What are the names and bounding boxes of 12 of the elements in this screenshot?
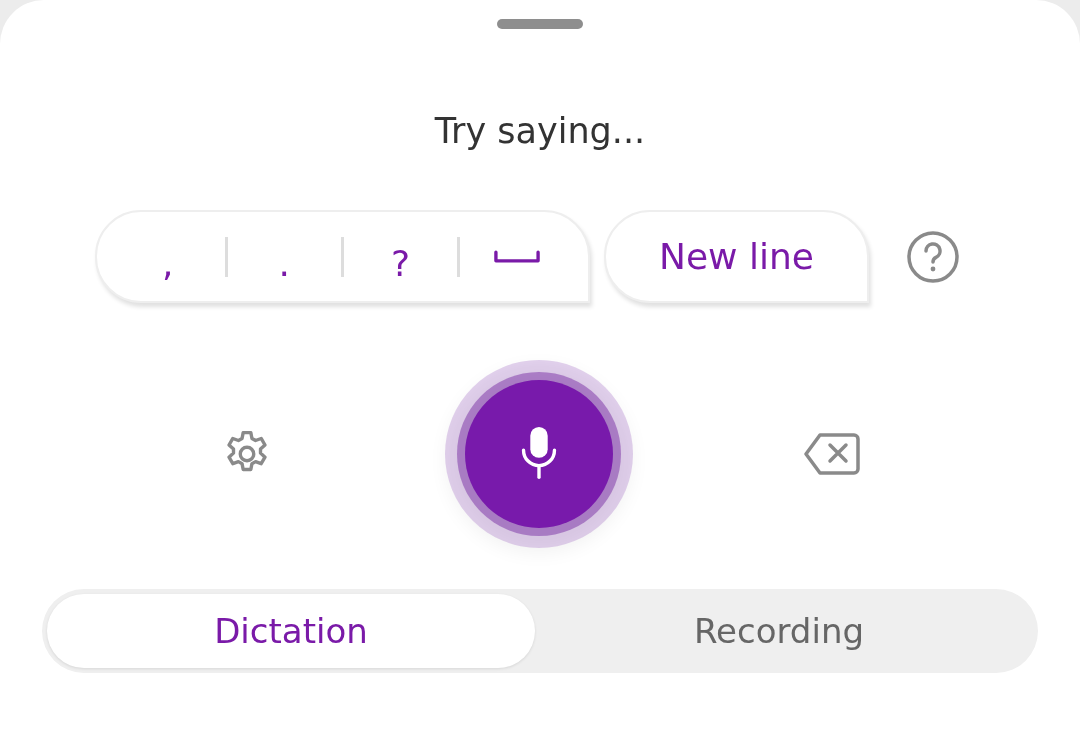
punctuation-key[interactable]: . [239, 233, 330, 294]
punctuation-key[interactable]: , [122, 233, 213, 294]
new-line-button[interactable]: New line [604, 210, 869, 303]
prompt-text: Try saying... [434, 110, 646, 153]
space-icon [494, 249, 541, 264]
mode-tab[interactable]: Recording [535, 594, 1023, 668]
mode-tab[interactable]: Dictation [47, 594, 535, 668]
drag-handle[interactable] [497, 19, 583, 29]
backspace-icon[interactable] [804, 432, 860, 476]
microphone-button[interactable] [465, 380, 613, 528]
help-icon[interactable] [905, 228, 961, 285]
punctuation-key[interactable]: ? [355, 233, 446, 294]
